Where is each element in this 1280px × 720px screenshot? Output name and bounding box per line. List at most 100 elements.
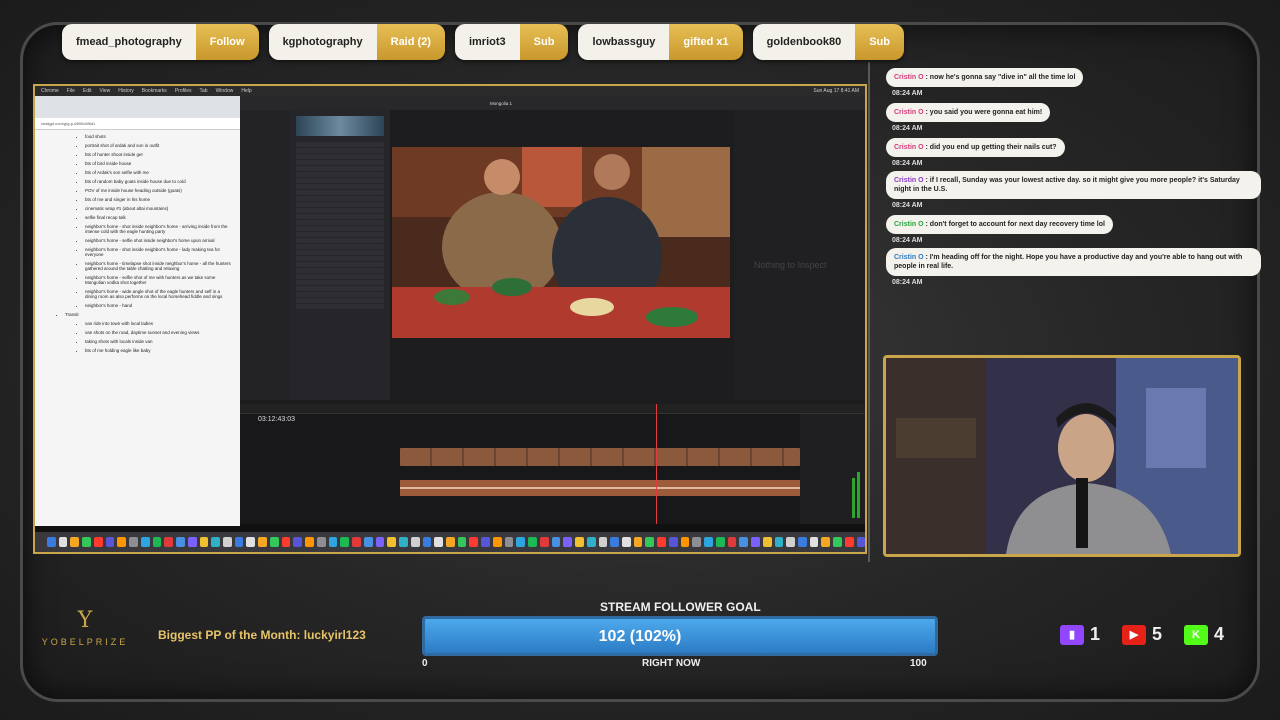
dock-app-icon[interactable] [93,537,103,547]
dock-app-icon[interactable] [798,537,807,547]
dock-app-icon[interactable] [610,537,619,547]
dock-app-icon[interactable] [340,537,350,547]
dock-app-icon[interactable] [422,537,432,547]
dock-app-icon[interactable] [105,537,115,547]
dock-app-icon[interactable] [445,537,455,547]
dock-app-icon[interactable] [809,537,819,547]
bin-list[interactable] [240,110,290,400]
chat-panel: Cristin O : now he's gonna say "dive in"… [886,66,1266,290]
list-item: neighbor's home - shot inside neighbor's… [85,247,232,257]
dock-app-icon[interactable] [657,537,666,547]
dock-app-icon[interactable] [727,537,737,547]
chat-text: if I recall, Sunday was your lowest acti… [894,177,1240,193]
dock-app-icon[interactable] [328,537,338,547]
dock-app-icon[interactable] [539,537,549,547]
dock-app-icon[interactable] [199,537,209,547]
dock-app-icon[interactable] [363,537,373,547]
menubar-item[interactable]: View [99,88,110,94]
dock-app-icon[interactable] [528,537,537,547]
dock-app-icon[interactable] [844,537,854,547]
dock-app-icon[interactable] [516,537,526,547]
dock-app-icon[interactable] [129,537,138,547]
dock-app-icon[interactable] [258,537,267,547]
video-viewer[interactable] [392,147,730,338]
dock-app-icon[interactable] [269,537,279,547]
dock-app-icon[interactable] [598,537,608,547]
dock-app-icon[interactable] [715,537,725,547]
dock-app-icon[interactable] [751,537,760,547]
dock-app-icon[interactable] [551,537,561,547]
menubar-item[interactable]: Edit [83,88,92,94]
media-pool[interactable] [290,110,390,400]
dock-app-icon[interactable] [293,537,303,547]
dock-app-icon[interactable] [352,537,361,547]
dock-app-icon[interactable] [492,537,502,547]
menubar-item[interactable]: Help [241,88,251,94]
dock-app-icon[interactable] [305,537,314,547]
menubar-item[interactable]: File [67,88,75,94]
dock-app-icon[interactable] [387,537,397,547]
dock-app-icon[interactable] [140,537,150,547]
list-item: food shots [85,134,232,139]
dock-app-icon[interactable] [575,537,584,547]
dock-app-icon[interactable] [692,537,702,547]
timeline-ruler[interactable] [240,404,865,414]
dock-app-icon[interactable] [774,537,784,547]
dock-app-icon[interactable] [821,537,831,547]
dock-app-icon[interactable] [176,537,185,547]
dock-app-icon[interactable] [399,537,408,547]
dock-app-icon[interactable] [457,537,467,547]
dock-app-icon[interactable] [586,537,596,547]
dock-app-icon[interactable] [504,537,514,547]
dock-app-icon[interactable] [410,537,420,547]
dock-app-icon[interactable] [316,537,326,547]
dock-app-icon[interactable] [739,537,749,547]
clip-thumbnail[interactable] [296,116,384,136]
menubar-item[interactable]: Window [216,88,234,94]
dock-app-icon[interactable] [856,537,865,547]
audio-track-clips[interactable] [400,480,800,496]
dock-app-icon[interactable] [563,537,573,547]
dock-app-icon[interactable] [621,537,631,547]
dock-app-icon[interactable] [223,537,232,547]
browser-url[interactable]: chatgpt.com/g/g-p-6690c6f6d1 [35,118,240,130]
dock-app-icon[interactable] [762,537,772,547]
chat-username: Cristin O [894,74,924,81]
dock-app-icon[interactable] [234,537,244,547]
youtube-icon: ▶ [1122,624,1147,645]
dock-app-icon[interactable] [117,537,127,547]
dock-app-icon[interactable] [375,537,385,547]
dock-app-icon[interactable] [82,537,91,547]
dock-app-icon[interactable] [481,537,490,547]
list-item: portrait shot of ardak and son in outfit [85,143,232,148]
dock-app-icon[interactable] [633,537,643,547]
dock-app-icon[interactable] [469,537,479,547]
menubar-item[interactable]: Bookmarks [142,88,167,94]
dock-app-icon[interactable] [668,537,678,547]
dock-app-icon[interactable] [680,537,690,547]
dock-app-icon[interactable] [152,537,162,547]
dock-app-icon[interactable] [246,537,256,547]
menubar-item[interactable]: History [118,88,134,94]
dock-app-icon[interactable] [786,537,795,547]
dock-app-icon[interactable] [281,537,291,547]
menubar-item[interactable]: Profiles [175,88,192,94]
playhead[interactable] [656,404,657,524]
dock-app-icon[interactable] [833,537,842,547]
webcam-image [886,358,1238,554]
dock-app-icon[interactable] [58,537,68,547]
dock-app-icon[interactable] [164,537,174,547]
alert-item: fmead_photography Follow [62,24,259,60]
dock-app-icon[interactable] [645,537,655,547]
edit-timeline[interactable]: 03:12:43:03 [240,404,865,524]
dock-app-icon[interactable] [211,537,221,547]
menubar-item[interactable]: Tab [200,88,208,94]
alert-type: Follow [195,24,259,60]
video-track-clips[interactable] [400,448,800,466]
dock-app-icon[interactable] [187,537,197,547]
dock-app-icon[interactable] [704,537,713,547]
menubar-item[interactable]: Chrome [41,88,59,94]
dock-app-icon[interactable] [434,537,443,547]
dock-app-icon[interactable] [70,537,80,547]
dock-app-icon[interactable] [47,537,56,547]
